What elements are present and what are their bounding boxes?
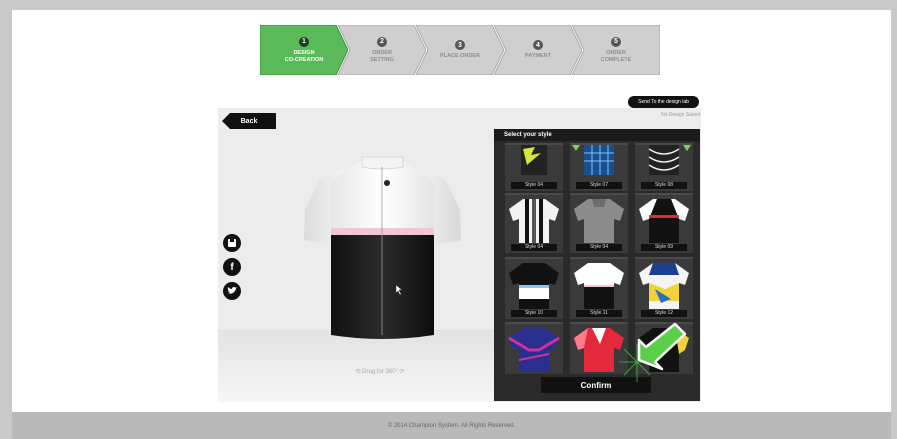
step-payment[interactable]: 4 PAYMENT — [494, 25, 582, 75]
step-label: ORDER SETTING — [370, 49, 394, 63]
style-tile[interactable]: Style 07 — [570, 143, 628, 191]
style-tile[interactable]: Style 04 — [505, 193, 563, 253]
style-tile[interactable]: Style 08 — [635, 143, 693, 191]
step-design-co-creation[interactable]: 1 DESIGN CO-CREATION — [260, 25, 348, 75]
step-number: 3 — [455, 40, 465, 50]
style-tile[interactable]: Style 09 — [635, 193, 693, 253]
order-progress-stepper: 1 DESIGN CO-CREATION 2 ORDER SETTING 3 P… — [260, 25, 660, 75]
style-tile[interactable]: Style 04 — [505, 143, 563, 191]
jersey-3d-preview[interactable] — [300, 155, 465, 343]
step-order-complete[interactable]: 5 ORDER COMPLETE — [572, 25, 660, 75]
style-tile[interactable]: Style 10 — [505, 257, 563, 319]
rotate-right-icon: ⟳ — [399, 369, 405, 375]
step-order-setting[interactable]: 2 ORDER SETTING — [338, 25, 426, 75]
step-place-order[interactable]: 3 PLACE ORDER — [416, 25, 504, 75]
twitter-icon[interactable] — [223, 282, 241, 300]
style-tile[interactable]: Style 11 — [570, 257, 628, 319]
style-panel-title: Select your style — [494, 129, 700, 141]
no-design-saved-text: No Design Saved — [661, 112, 700, 118]
facebook-icon[interactable]: f — [223, 258, 241, 276]
step-number: 4 — [533, 40, 543, 50]
footer: © 2014 Champion System. All Rights Reser… — [12, 412, 891, 439]
copyright-text: © 2014 Champion System. All Rights Reser… — [387, 422, 516, 429]
send-to-design-lab-button[interactable]: Send To the design lab — [628, 96, 699, 108]
cursor-highlight-arrow-icon — [619, 322, 687, 382]
back-button[interactable]: Back — [222, 113, 276, 129]
drag-to-rotate-hint: ⟲ Drag for 360° ⟳ — [355, 369, 405, 375]
style-tile[interactable] — [505, 322, 563, 374]
save-icon[interactable] — [223, 234, 241, 252]
step-label: PLACE ORDER — [439, 53, 481, 59]
step-number: 2 — [377, 36, 387, 47]
rotate-left-icon: ⟲ — [355, 369, 361, 375]
step-label: PAYMENT — [525, 53, 551, 59]
step-label: ORDER COMPLETE — [600, 49, 632, 63]
step-number: 1 — [299, 36, 309, 47]
step-number: 5 — [611, 36, 621, 47]
style-tile[interactable]: Style 12 — [635, 257, 693, 319]
step-label: DESIGN CO-CREATION — [284, 49, 324, 63]
style-tile[interactable]: Style 04 — [570, 193, 628, 253]
